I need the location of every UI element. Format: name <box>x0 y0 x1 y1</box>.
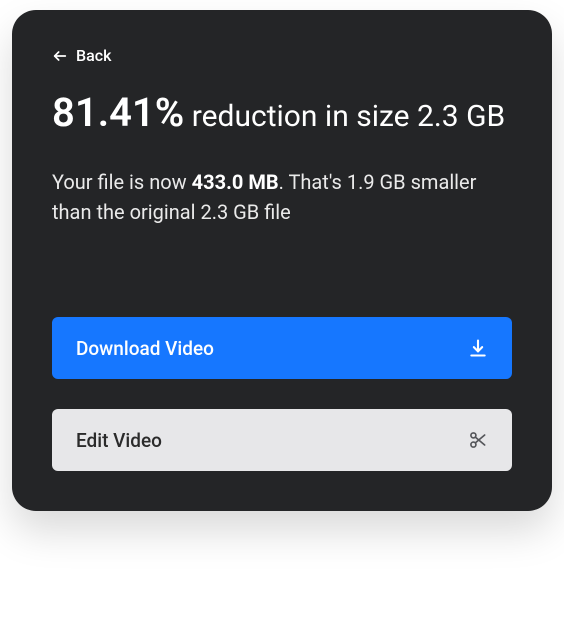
download-video-button[interactable]: Download Video <box>52 317 512 379</box>
back-label: Back <box>76 46 111 65</box>
back-button[interactable]: Back <box>52 46 111 65</box>
description: Your file is now 433.0 MB. That's 1.9 GB… <box>52 167 512 227</box>
edit-button-label: Edit Video <box>76 429 162 452</box>
download-icon <box>468 338 488 358</box>
edit-video-button[interactable]: Edit Video <box>52 409 512 471</box>
headline-rest: reduction in size 2.3 GB <box>184 99 505 134</box>
reduction-percent: 81.41% <box>52 89 184 136</box>
download-button-label: Download Video <box>76 337 214 360</box>
result-card: Back 81.41% reduction in size 2.3 GB You… <box>12 10 552 511</box>
scissors-icon <box>468 430 488 450</box>
arrow-left-icon <box>52 48 68 64</box>
headline: 81.41% reduction in size 2.3 GB <box>52 83 512 143</box>
new-file-size: 433.0 MB <box>192 170 279 194</box>
desc-part1: Your file is now <box>52 170 192 194</box>
